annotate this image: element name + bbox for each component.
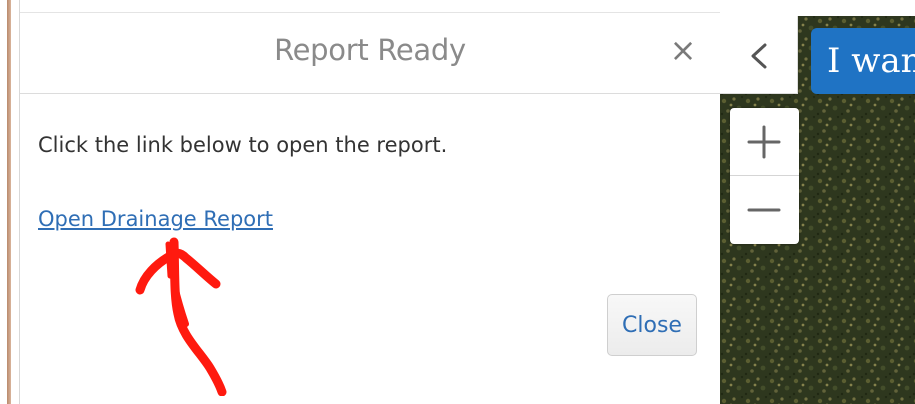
close-button[interactable]: Close bbox=[607, 294, 697, 356]
collapse-panel-button[interactable] bbox=[720, 16, 798, 94]
plus-icon bbox=[747, 125, 781, 159]
chevron-left-icon bbox=[751, 43, 767, 69]
dialog-message: Click the link below to open the report. bbox=[38, 133, 448, 157]
left-edge-stripe bbox=[7, 0, 11, 404]
left-edge bbox=[0, 0, 20, 404]
zoom-out-button[interactable] bbox=[730, 176, 799, 244]
dialog-title: Report Ready bbox=[274, 33, 466, 67]
zoom-control bbox=[730, 108, 799, 244]
minus-icon bbox=[747, 208, 781, 212]
report-dialog: Report Ready × Click the link below to o… bbox=[19, 0, 720, 404]
close-icon[interactable]: × bbox=[668, 34, 698, 66]
dialog-header: Report Ready × bbox=[20, 12, 720, 94]
map-top-strip bbox=[720, 0, 915, 16]
map-view[interactable]: I wan bbox=[720, 0, 915, 404]
search-banner-button[interactable]: I wan bbox=[811, 28, 915, 94]
open-drainage-report-link[interactable]: Open Drainage Report bbox=[38, 207, 273, 231]
red-arrow-annotation bbox=[135, 237, 227, 396]
zoom-in-button[interactable] bbox=[730, 108, 799, 176]
